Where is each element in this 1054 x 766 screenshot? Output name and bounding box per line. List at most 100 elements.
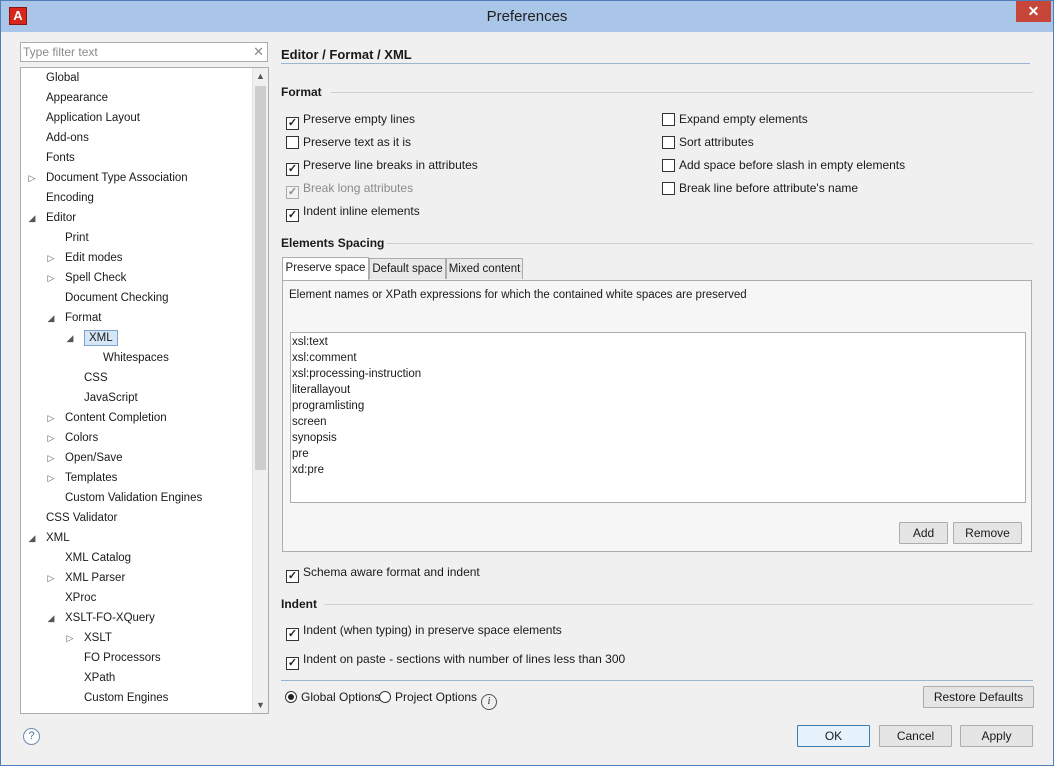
radio-dot[interactable]: [285, 691, 297, 703]
tree-item[interactable]: CSS Validator: [27, 508, 117, 528]
tree-item[interactable]: Custom Engines: [65, 688, 168, 708]
tree-item[interactable]: Encoding: [27, 188, 94, 208]
tree-item[interactable]: FO Processors: [65, 648, 161, 668]
list-item[interactable]: xsl:comment: [292, 350, 357, 366]
tree-item[interactable]: Whitespaces: [84, 348, 169, 368]
tab-mixed-content[interactable]: Mixed content: [446, 258, 523, 279]
format-option-checkbox[interactable]: ✓ Preserve empty lines: [286, 111, 415, 130]
add-button[interactable]: Add: [899, 522, 948, 544]
tree-item[interactable]: Fonts: [27, 148, 75, 168]
list-item[interactable]: literallayout: [292, 382, 350, 398]
list-item[interactable]: xd:pre: [292, 462, 324, 478]
checkbox-box[interactable]: [286, 136, 299, 149]
apply-button[interactable]: Apply: [960, 725, 1033, 747]
restore-defaults-button[interactable]: Restore Defaults: [923, 686, 1034, 708]
collapsed-arrow-icon[interactable]: ▷: [46, 568, 56, 588]
format-option-checkbox[interactable]: Preserve text as it is: [286, 134, 411, 150]
indent-option-checkbox[interactable]: ✓ Indent on paste - sections with number …: [286, 651, 625, 670]
collapsed-arrow-icon[interactable]: ▷: [27, 168, 37, 188]
tree-item[interactable]: Document Checking: [46, 288, 169, 308]
format-option-checkbox[interactable]: Expand empty elements: [662, 111, 808, 127]
collapsed-arrow-icon[interactable]: ▷: [46, 468, 56, 488]
tree-item[interactable]: Global: [27, 68, 79, 88]
list-item[interactable]: xsl:text: [292, 334, 328, 350]
tree-item[interactable]: Add-ons: [27, 128, 89, 148]
info-icon[interactable]: i: [481, 694, 498, 710]
tree-item[interactable]: ▷ Colors: [46, 428, 99, 448]
checkbox-box[interactable]: [662, 113, 675, 126]
scroll-thumb[interactable]: [255, 86, 266, 470]
checkbox-box[interactable]: [662, 136, 675, 149]
tree-item[interactable]: ▷ Open/Save: [46, 448, 123, 468]
cancel-button[interactable]: Cancel: [879, 725, 952, 747]
close-button[interactable]: ✕: [1016, 1, 1051, 22]
tree-item[interactable]: Appearance: [27, 88, 108, 108]
format-option-checkbox[interactable]: Add space before slash in empty elements: [662, 157, 905, 173]
checkbox-box[interactable]: ✓: [286, 657, 299, 670]
preferences-tree[interactable]: ▲ ▼ Global Appearance Application Layout Ad…: [20, 67, 269, 714]
tree-item[interactable]: ▷ Templates: [46, 468, 118, 488]
remove-button[interactable]: Remove: [953, 522, 1022, 544]
format-option-checkbox[interactable]: Sort attributes: [662, 134, 754, 150]
help-icon[interactable]: ?: [23, 728, 40, 745]
tree-item[interactable]: ◢ Editor: [27, 208, 77, 228]
expanded-arrow-icon[interactable]: ◢: [27, 528, 37, 548]
expanded-arrow-icon[interactable]: ◢: [46, 308, 56, 328]
checkbox-box[interactable]: ✓: [286, 117, 299, 130]
tree-item[interactable]: JavaScript: [65, 388, 138, 408]
tree-item[interactable]: ▷ XSLT: [65, 628, 112, 648]
tree-item[interactable]: ◢ XSLT-FO-XQuery: [46, 608, 155, 628]
list-item[interactable]: pre: [292, 446, 309, 462]
checkbox-box[interactable]: ✓: [286, 628, 299, 641]
ok-button[interactable]: OK: [797, 725, 870, 747]
checkbox-box[interactable]: ✓: [286, 163, 299, 176]
checkbox-box[interactable]: ✓: [286, 570, 299, 583]
tree-item[interactable]: Application Layout: [27, 108, 140, 128]
collapsed-arrow-icon[interactable]: ▷: [46, 408, 56, 428]
list-item[interactable]: programlisting: [292, 398, 364, 414]
radio-dot[interactable]: [379, 691, 391, 703]
collapsed-arrow-icon[interactable]: ▷: [46, 448, 56, 468]
collapsed-arrow-icon[interactable]: ▷: [46, 428, 56, 448]
list-item[interactable]: screen: [292, 414, 327, 430]
checkbox-box[interactable]: [662, 182, 675, 195]
tree-item[interactable]: ▷ Content Completion: [46, 408, 167, 428]
tree-item[interactable]: ▷ XML Parser: [46, 568, 126, 588]
checkbox-box[interactable]: ✓: [286, 209, 299, 222]
project-options-radio[interactable]: Project Options i: [379, 689, 498, 710]
expanded-arrow-icon[interactable]: ◢: [27, 208, 37, 228]
schema-aware-checkbox[interactable]: ✓ Schema aware format and indent: [286, 564, 480, 583]
list-item[interactable]: xsl:processing-instruction: [292, 366, 421, 382]
tab-preserve-space[interactable]: Preserve space: [282, 257, 369, 280]
tab-default-space[interactable]: Default space: [369, 258, 446, 279]
collapsed-arrow-icon[interactable]: ▷: [65, 628, 75, 648]
format-option-checkbox[interactable]: ✓ Preserve line breaks in attributes: [286, 157, 478, 176]
tree-item[interactable]: ▷ Edit modes: [46, 248, 123, 268]
tree-item[interactable]: ◢ Format: [46, 308, 102, 328]
expanded-arrow-icon[interactable]: ◢: [65, 328, 75, 348]
collapsed-arrow-icon[interactable]: ▷: [46, 248, 56, 268]
clear-filter-icon[interactable]: ✕: [253, 44, 264, 60]
scroll-up-icon[interactable]: ▲: [253, 68, 268, 84]
tree-item[interactable]: XProc: [46, 588, 96, 608]
tree-scrollbar[interactable]: ▲ ▼: [252, 68, 268, 713]
filter-input[interactable]: [23, 44, 248, 60]
checkbox-box[interactable]: [662, 159, 675, 172]
preserve-space-list[interactable]: xsl:text xsl:comment xsl:processing-instru…: [290, 332, 1026, 503]
tree-item[interactable]: ◢ XML: [27, 528, 70, 548]
tree-item[interactable]: Print: [46, 228, 89, 248]
tree-item[interactable]: ▷ Spell Check: [46, 268, 127, 288]
list-item[interactable]: synopsis: [292, 430, 337, 446]
format-option-checkbox[interactable]: ✓ Indent inline elements: [286, 203, 420, 222]
indent-option-checkbox[interactable]: ✓ Indent (when typing) in preserve space …: [286, 622, 562, 641]
filter-field[interactable]: ✕: [20, 42, 268, 62]
tree-item[interactable]: Custom Validation Engines: [46, 488, 202, 508]
expanded-arrow-icon[interactable]: ◢: [46, 608, 56, 628]
tree-item[interactable]: ◢ XML: [65, 328, 118, 348]
tree-item[interactable]: XPath: [65, 668, 115, 688]
scroll-down-icon[interactable]: ▼: [253, 697, 268, 713]
format-option-checkbox[interactable]: Break line before attribute's name: [662, 180, 858, 196]
global-options-radio[interactable]: Global Options: [285, 689, 380, 705]
tree-item[interactable]: CSS: [65, 368, 108, 388]
tree-item[interactable]: XML Catalog: [46, 548, 131, 568]
